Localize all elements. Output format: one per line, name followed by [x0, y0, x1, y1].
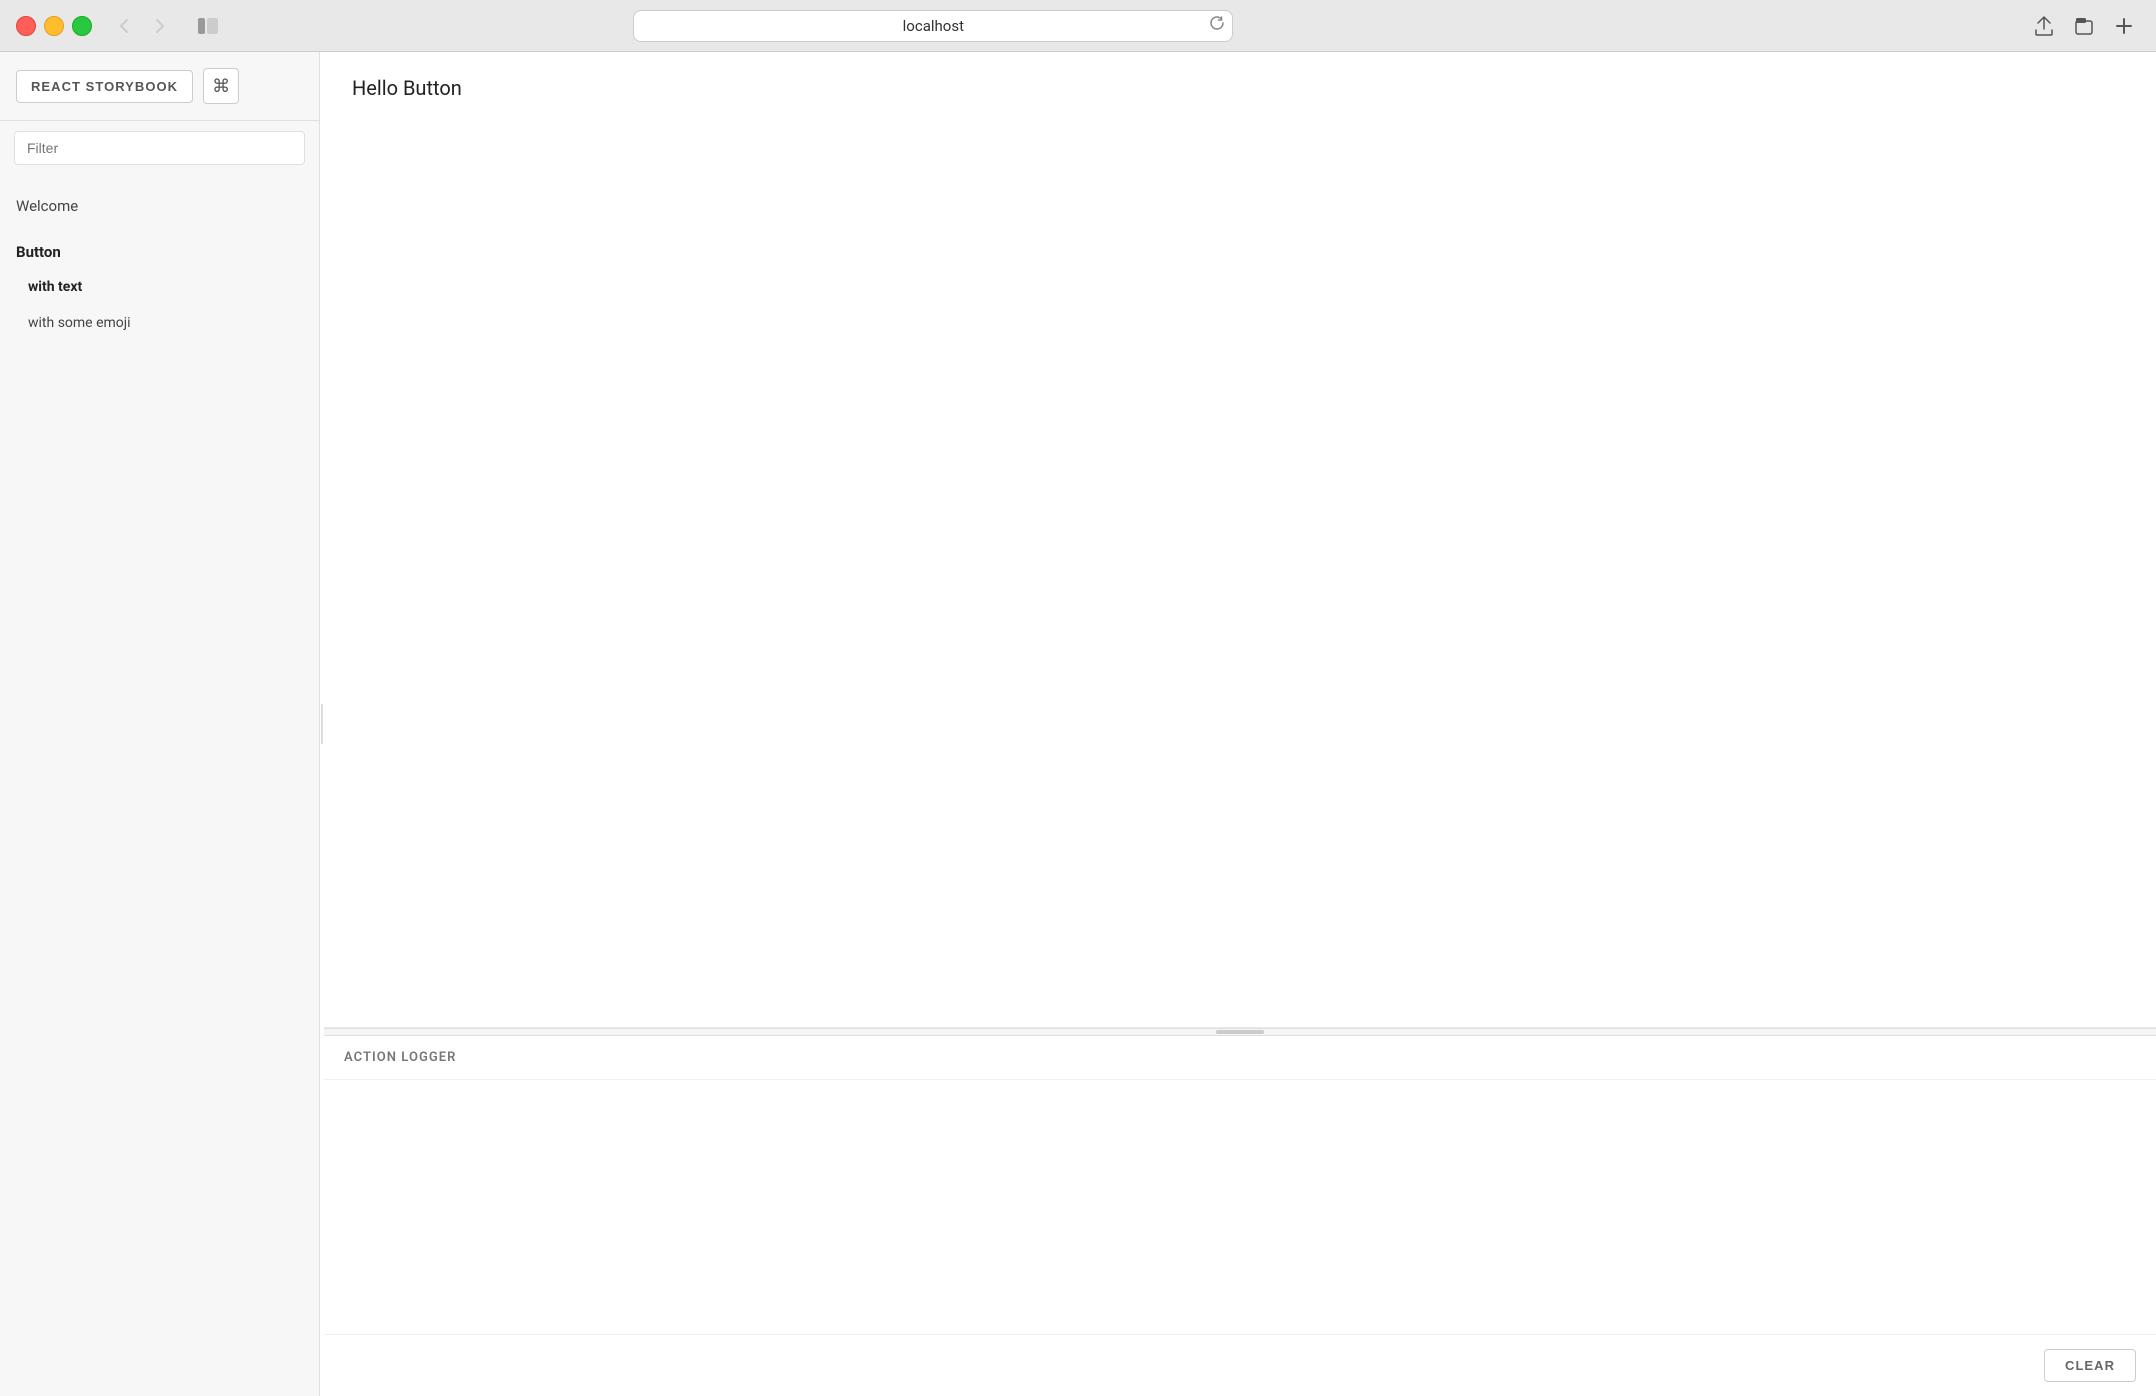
share-button[interactable] [2028, 12, 2060, 40]
keyboard-shortcut-button[interactable]: ⌘ [203, 68, 239, 104]
action-logger-panel: ACTION LOGGER CLEAR [324, 1036, 2156, 1396]
nav-section-button: Button with text with some emoji [0, 229, 319, 347]
browser-chrome: localhost [0, 0, 2156, 52]
sidebar-resizer[interactable] [320, 52, 324, 1396]
sidebar-nav: Welcome Button with text with some emoji [0, 175, 319, 1396]
main-content: Hello Button ACTION LOGGER CLEAR [324, 52, 2156, 1396]
action-logger-footer: CLEAR [324, 1334, 2156, 1396]
sidebar-item-button[interactable]: Button [0, 235, 319, 269]
story-preview: Hello Button [324, 52, 2156, 1028]
filter-input[interactable] [14, 131, 305, 165]
forward-button[interactable] [144, 12, 176, 40]
app: REACT STORYBOOK ⌘ Welcome Button with te… [0, 52, 2156, 1396]
action-logger-body [324, 1080, 2156, 1334]
maximize-button[interactable] [72, 16, 92, 36]
sidebar: REACT STORYBOOK ⌘ Welcome Button with te… [0, 52, 320, 1396]
new-tab-button[interactable] [2108, 12, 2140, 40]
sidebar-header: REACT STORYBOOK ⌘ [0, 52, 319, 121]
sidebar-item-with-some-emoji[interactable]: with some emoji [0, 305, 319, 341]
action-logger-header: ACTION LOGGER [324, 1036, 2156, 1080]
story-title: Hello Button [352, 76, 2128, 100]
clear-button[interactable]: CLEAR [2044, 1349, 2136, 1382]
close-button[interactable] [16, 16, 36, 36]
browser-actions [2028, 12, 2140, 40]
storybook-logo-button[interactable]: REACT STORYBOOK [16, 70, 193, 103]
back-button[interactable] [108, 12, 140, 40]
sidebar-item-with-text[interactable]: with text [0, 269, 319, 305]
tabs-button[interactable] [2068, 12, 2100, 40]
nav-buttons [108, 12, 176, 40]
address-bar[interactable]: localhost [633, 10, 1233, 42]
minimize-button[interactable] [44, 16, 64, 36]
sidebar-item-welcome[interactable]: Welcome [0, 189, 319, 223]
resize-handle-bar [1216, 1030, 1264, 1034]
sidebar-toggle-button[interactable] [192, 12, 224, 40]
panel-resize-handle[interactable] [324, 1028, 2156, 1036]
url-text: localhost [903, 17, 964, 35]
nav-section-welcome: Welcome [0, 183, 319, 229]
traffic-lights [16, 16, 92, 36]
reload-button[interactable] [1210, 16, 1224, 35]
